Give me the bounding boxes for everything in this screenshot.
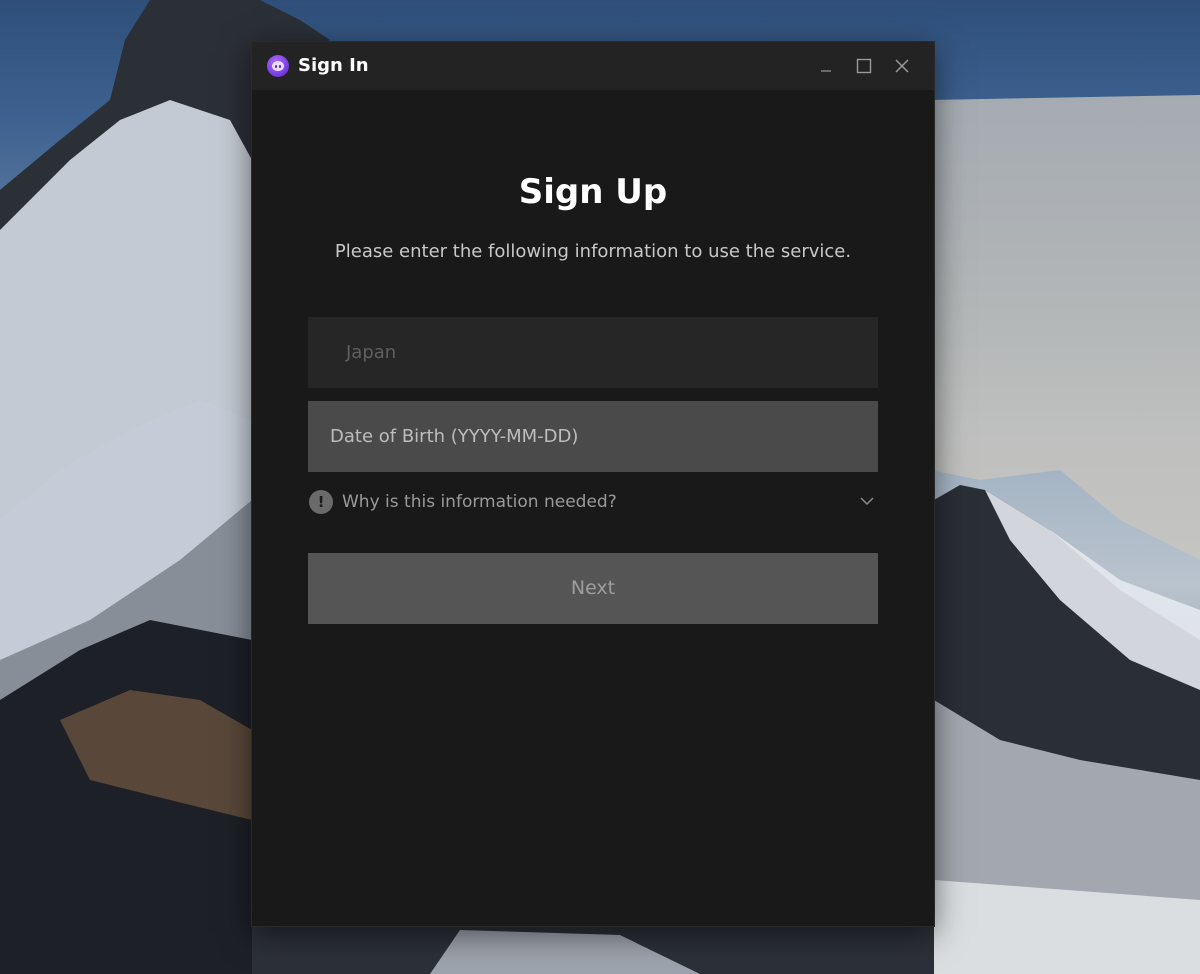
close-button[interactable]: [888, 52, 916, 80]
title-bar[interactable]: Sign In: [252, 42, 934, 90]
minimize-icon: [821, 70, 831, 72]
next-button[interactable]: Next: [308, 553, 878, 624]
page-subtitle: Please enter the following information t…: [334, 241, 852, 262]
country-field: Japan: [308, 317, 878, 388]
sign-in-window: Sign In Sign Up Please enter the followi…: [252, 42, 934, 926]
chevron-down-icon: [860, 497, 874, 506]
maximize-icon: [856, 58, 872, 74]
exclamation-icon: !: [309, 490, 333, 514]
info-disclosure-toggle[interactable]: ! Why is this information needed?: [308, 488, 878, 516]
date-of-birth-input[interactable]: [308, 401, 878, 472]
maximize-button[interactable]: [850, 52, 878, 80]
window-title: Sign In: [298, 55, 369, 76]
app-logo-icon: [267, 55, 289, 77]
minimize-button[interactable]: [812, 52, 840, 80]
close-icon: [895, 59, 909, 73]
page-title: Sign Up: [518, 172, 668, 212]
info-toggle-label: Why is this information needed?: [342, 492, 617, 512]
